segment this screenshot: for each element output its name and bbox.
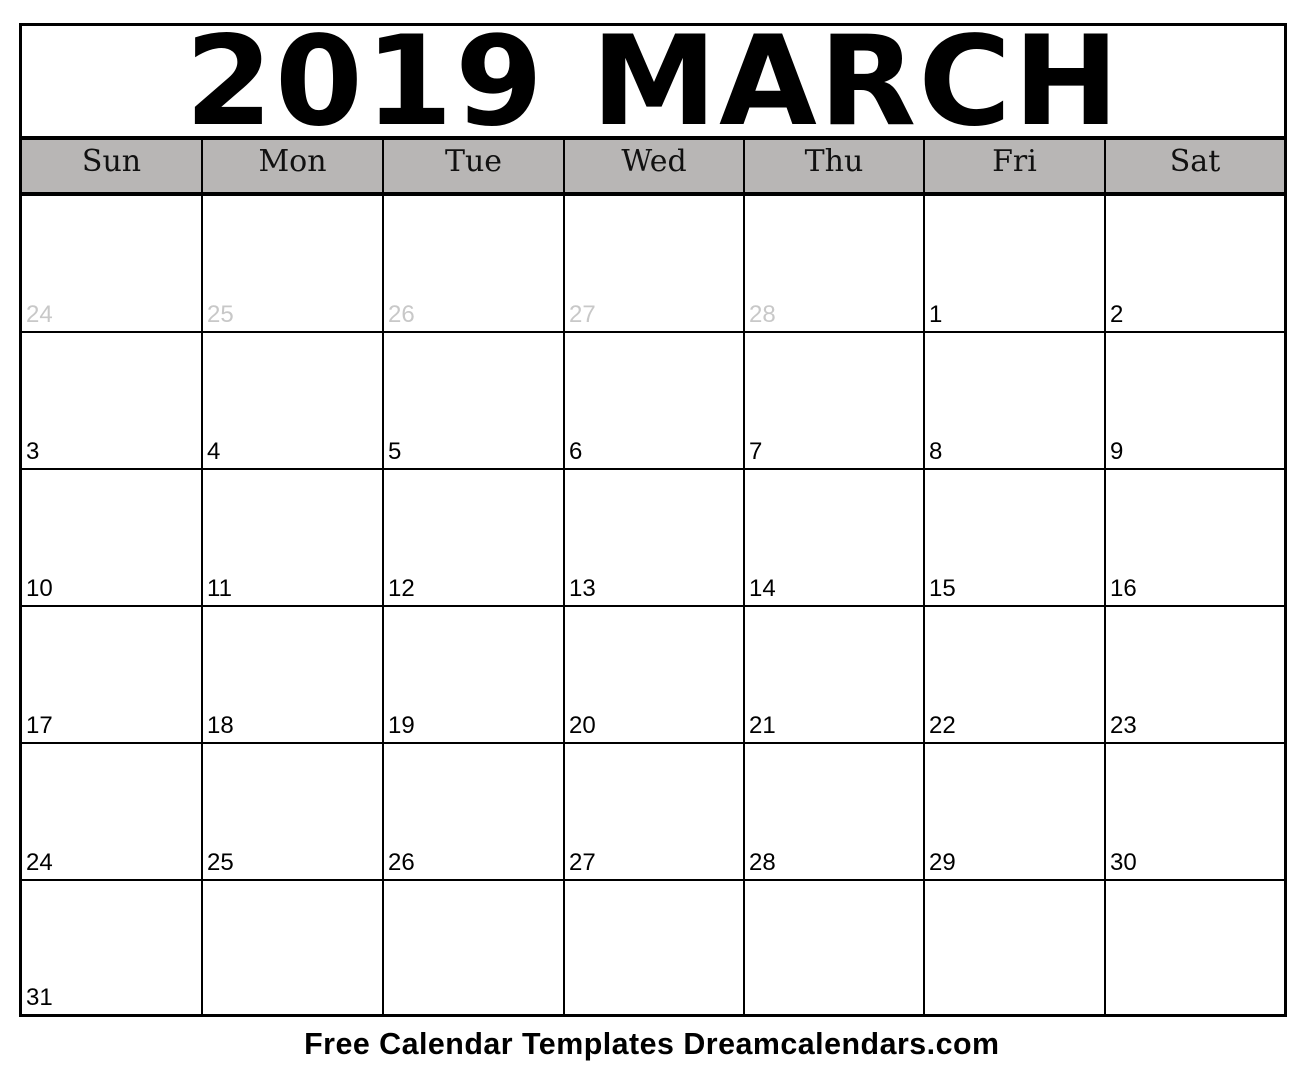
day-cell[interactable]: 6	[565, 333, 745, 468]
day-cell[interactable]: 26	[384, 744, 565, 879]
day-cell[interactable]: 24	[22, 196, 203, 331]
day-cell[interactable]: 24	[22, 744, 203, 879]
day-number: 22	[929, 712, 956, 739]
calendar-grid: 24 25 26 27 28 1 2 3 4 5 6 7 8 9 10 11 12 13 14 15 16 17 18 19 2…	[22, 196, 1284, 1014]
weekday-mon: Mon	[203, 140, 384, 192]
day-cell[interactable]: 7	[745, 333, 925, 468]
day-cell[interactable]: 25	[203, 744, 384, 879]
day-cell[interactable]: 17	[22, 607, 203, 742]
day-cell[interactable]: 20	[565, 607, 745, 742]
weekday-sun: Sun	[22, 140, 203, 192]
day-cell[interactable]	[1106, 881, 1284, 1014]
footer: Free Calendar Templates Dreamcalendars.c…	[0, 1026, 1303, 1062]
day-cell[interactable]	[203, 881, 384, 1014]
day-cell[interactable]: 26	[384, 196, 565, 331]
day-cell[interactable]: 9	[1106, 333, 1284, 468]
calendar-title: 2019 MARCH	[22, 20, 1284, 144]
adjacent-month-day-number: 27	[569, 301, 596, 328]
day-number: 29	[929, 849, 956, 876]
week-row: 10 11 12 13 14 15 16	[22, 470, 1284, 607]
day-cell[interactable]: 1	[925, 196, 1106, 331]
day-number: 7	[749, 438, 763, 465]
weekday-thu: Thu	[745, 140, 925, 192]
adjacent-month-day-number: 24	[26, 301, 53, 328]
day-cell[interactable]: 27	[565, 744, 745, 879]
day-cell[interactable]	[565, 881, 745, 1014]
day-cell[interactable]: 19	[384, 607, 565, 742]
day-number: 23	[1110, 712, 1137, 739]
day-number: 30	[1110, 849, 1137, 876]
week-row: 24 25 26 27 28 1 2	[22, 196, 1284, 333]
day-number: 28	[749, 849, 776, 876]
day-number: 3	[26, 438, 40, 465]
day-cell[interactable]: 8	[925, 333, 1106, 468]
day-cell[interactable]: 21	[745, 607, 925, 742]
day-number: 9	[1110, 438, 1124, 465]
day-cell[interactable]: 11	[203, 470, 384, 605]
day-cell[interactable]: 28	[745, 744, 925, 879]
adjacent-month-day-number: 25	[207, 301, 234, 328]
week-row: 24 25 26 27 28 29 30	[22, 744, 1284, 881]
day-cell[interactable]: 10	[22, 470, 203, 605]
day-cell[interactable]: 12	[384, 470, 565, 605]
adjacent-month-day-number: 28	[749, 301, 776, 328]
day-cell[interactable]	[384, 881, 565, 1014]
day-number: 11	[207, 575, 232, 602]
day-cell[interactable]: 28	[745, 196, 925, 331]
day-number: 8	[929, 438, 943, 465]
day-cell[interactable]: 13	[565, 470, 745, 605]
day-number: 26	[388, 849, 415, 876]
day-number: 27	[569, 849, 596, 876]
day-cell[interactable]: 3	[22, 333, 203, 468]
day-cell[interactable]: 4	[203, 333, 384, 468]
footer-text: Free Calendar Templates Dreamcalendars.c…	[303, 1026, 1000, 1061]
day-number: 14	[749, 575, 776, 602]
week-row: 3 4 5 6 7 8 9	[22, 333, 1284, 470]
day-number: 13	[569, 575, 596, 602]
day-cell[interactable]	[925, 881, 1106, 1014]
day-cell[interactable]: 27	[565, 196, 745, 331]
day-cell[interactable]: 29	[925, 744, 1106, 879]
day-number: 19	[388, 712, 415, 739]
adjacent-month-day-number: 26	[388, 301, 415, 328]
day-cell[interactable]	[745, 881, 925, 1014]
day-number: 20	[569, 712, 596, 739]
day-number: 18	[207, 712, 234, 739]
day-cell[interactable]: 25	[203, 196, 384, 331]
day-cell[interactable]: 23	[1106, 607, 1284, 742]
calendar: 2019 MARCH Sun Mon Tue Wed Thu Fri Sat 24 25 26 2…	[19, 20, 1287, 1017]
day-number: 16	[1110, 575, 1137, 602]
weekday-wed: Wed	[565, 140, 745, 192]
day-number: 31	[26, 984, 53, 1011]
day-number: 12	[388, 575, 415, 602]
day-number: 21	[749, 712, 776, 739]
week-row: 31	[22, 881, 1284, 1014]
day-number: 17	[26, 712, 53, 739]
day-number: 1	[929, 301, 943, 328]
day-cell[interactable]: 31	[22, 881, 203, 1014]
day-number: 15	[929, 575, 956, 602]
day-number: 5	[388, 438, 402, 465]
calendar-title-text: 2019 MARCH	[184, 10, 1122, 154]
week-row: 17 18 19 20 21 22 23	[22, 607, 1284, 744]
day-cell[interactable]: 18	[203, 607, 384, 742]
weekday-sat: Sat	[1169, 144, 1221, 179]
day-number: 25	[207, 849, 234, 876]
day-number: 24	[26, 849, 53, 876]
day-cell[interactable]: 30	[1106, 744, 1284, 879]
day-cell[interactable]: 14	[745, 470, 925, 605]
day-number: 10	[26, 575, 53, 602]
day-cell[interactable]: 16	[1106, 470, 1284, 605]
day-cell[interactable]: 2	[1106, 196, 1284, 331]
day-number: 6	[569, 438, 583, 465]
weekday-fri: Fri	[925, 140, 1106, 192]
day-cell[interactable]: 22	[925, 607, 1106, 742]
day-cell[interactable]: 5	[384, 333, 565, 468]
day-number: 4	[207, 438, 221, 465]
day-cell[interactable]: 15	[925, 470, 1106, 605]
weekday-tue: Tue	[384, 140, 565, 192]
weekday-header: Sun Mon Tue Wed Thu Fri Sat	[22, 140, 1284, 196]
day-number: 2	[1110, 301, 1124, 328]
